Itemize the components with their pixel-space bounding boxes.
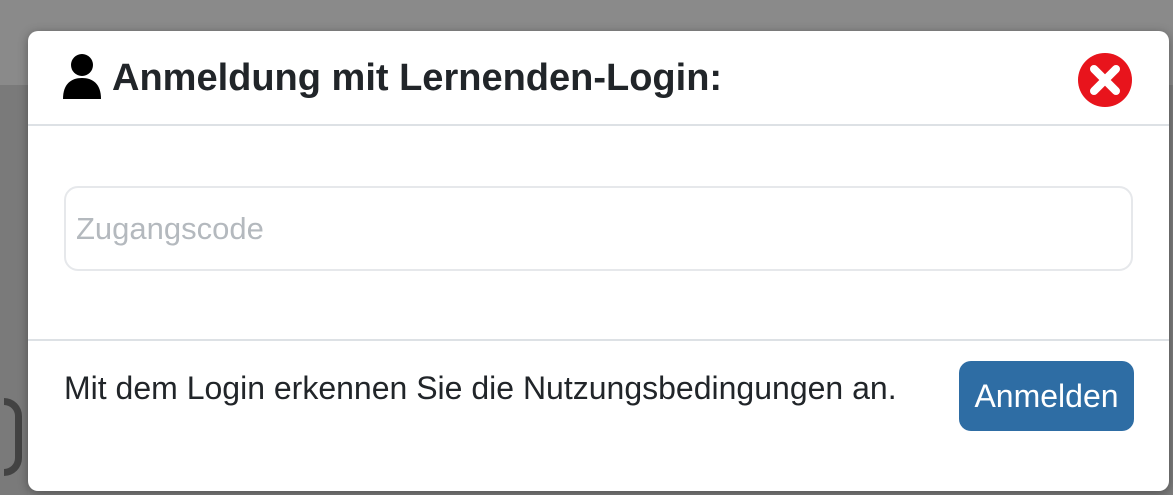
dialog-header: Anmeldung mit Lernenden-Login: xyxy=(28,31,1169,126)
dialog-title: Anmeldung mit Lernenden-Login: xyxy=(112,57,723,99)
login-button[interactable]: Anmelden xyxy=(959,361,1134,431)
close-circle-icon xyxy=(1078,53,1132,107)
background-glyph xyxy=(4,398,22,476)
access-code-input[interactable] xyxy=(64,186,1133,271)
user-icon xyxy=(63,54,101,99)
terms-notice: Mit dem Login erkennen Sie die Nutzungsb… xyxy=(64,370,897,406)
login-dialog: Anmeldung mit Lernenden-Login: Mit dem L… xyxy=(28,31,1169,491)
dialog-footer: Mit dem Login erkennen Sie die Nutzungsb… xyxy=(28,341,1169,491)
dialog-body xyxy=(28,126,1169,341)
close-button[interactable] xyxy=(1077,52,1133,108)
